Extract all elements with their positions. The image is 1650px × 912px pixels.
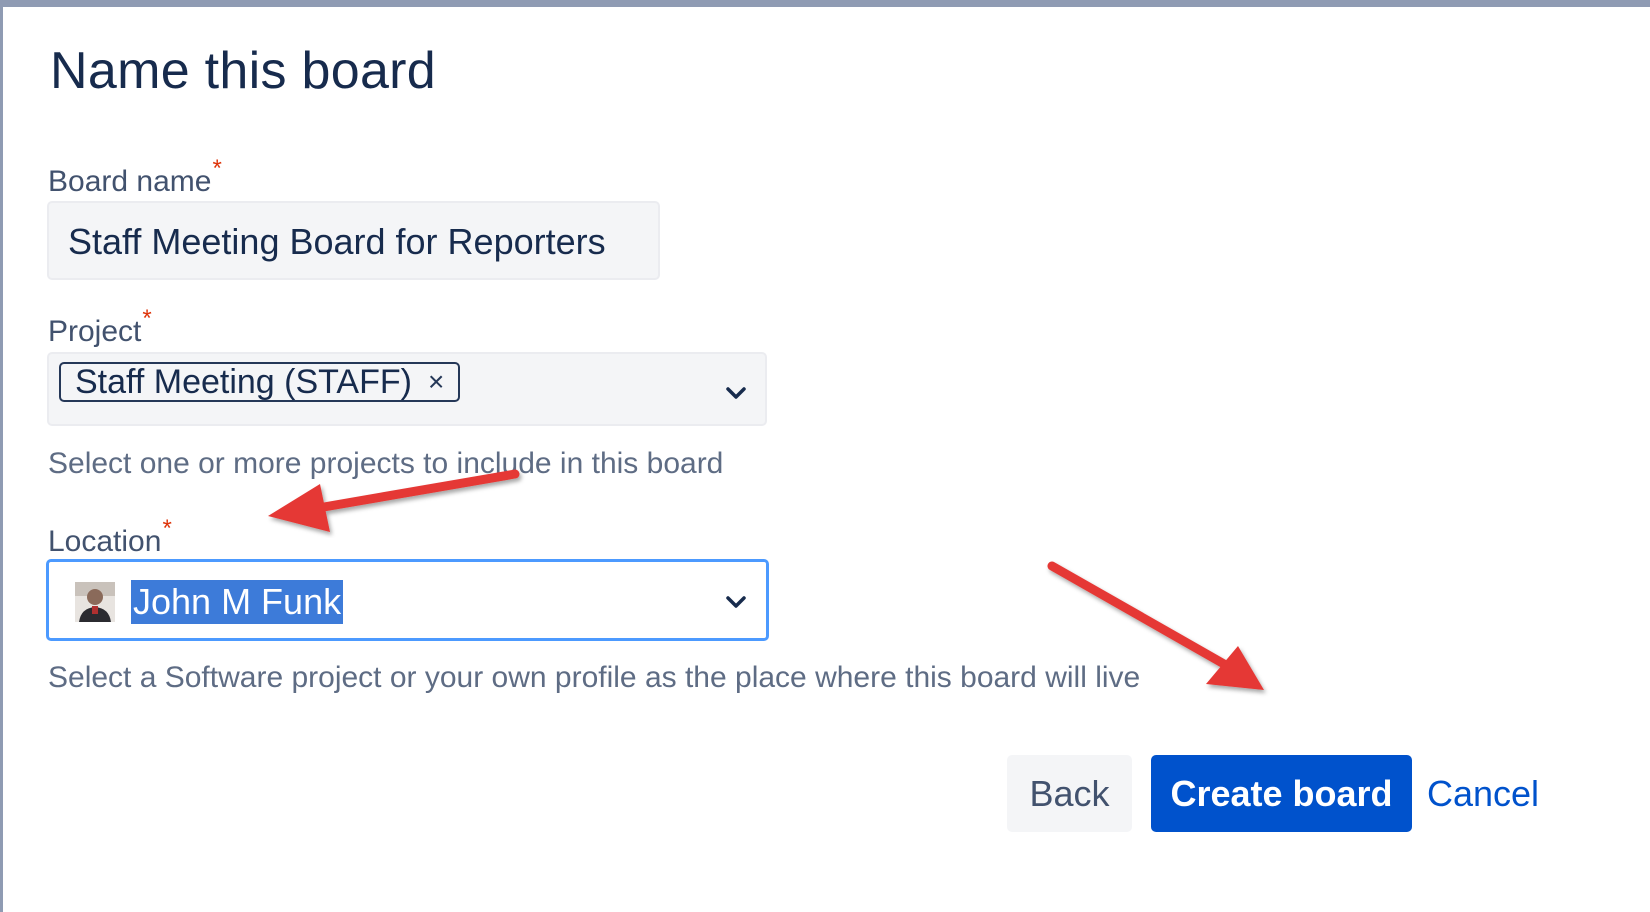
chevron-down-icon[interactable] (723, 380, 749, 406)
create-board-button[interactable]: Create board (1151, 755, 1412, 832)
remove-chip-icon[interactable]: × (428, 366, 444, 398)
location-label: Location* (48, 515, 172, 559)
project-label: Project* (48, 305, 152, 349)
board-name-value: Staff Meeting Board for Reporters (68, 221, 606, 262)
user-avatar-icon (75, 582, 115, 622)
dialog-title: Name this board (50, 42, 437, 100)
project-select[interactable]: Staff Meeting (STAFF) × (47, 352, 767, 426)
cancel-button[interactable]: Cancel (1423, 755, 1543, 832)
board-name-label: Board name* (48, 155, 222, 199)
location-select[interactable]: John M Funk (46, 559, 769, 641)
chevron-down-icon[interactable] (723, 589, 749, 615)
create-board-dialog: Name this board Board name* Staff Meetin… (0, 0, 1650, 912)
project-chip-label: Staff Meeting (STAFF) (75, 362, 412, 401)
location-label-text: Location (48, 525, 162, 558)
required-marker: * (162, 515, 172, 542)
project-helper-text: Select one or more projects to include i… (48, 447, 724, 480)
back-button[interactable]: Back (1007, 755, 1132, 832)
location-helper-text: Select a Software project or your own pr… (48, 661, 1141, 694)
board-name-input[interactable]: Staff Meeting Board for Reporters (47, 201, 660, 280)
project-chip: Staff Meeting (STAFF) × (59, 362, 461, 402)
location-selected-value: John M Funk (131, 580, 344, 624)
required-marker: * (142, 305, 152, 332)
required-marker: * (212, 155, 222, 182)
project-label-text: Project (48, 315, 142, 348)
board-name-label-text: Board name (48, 165, 212, 198)
